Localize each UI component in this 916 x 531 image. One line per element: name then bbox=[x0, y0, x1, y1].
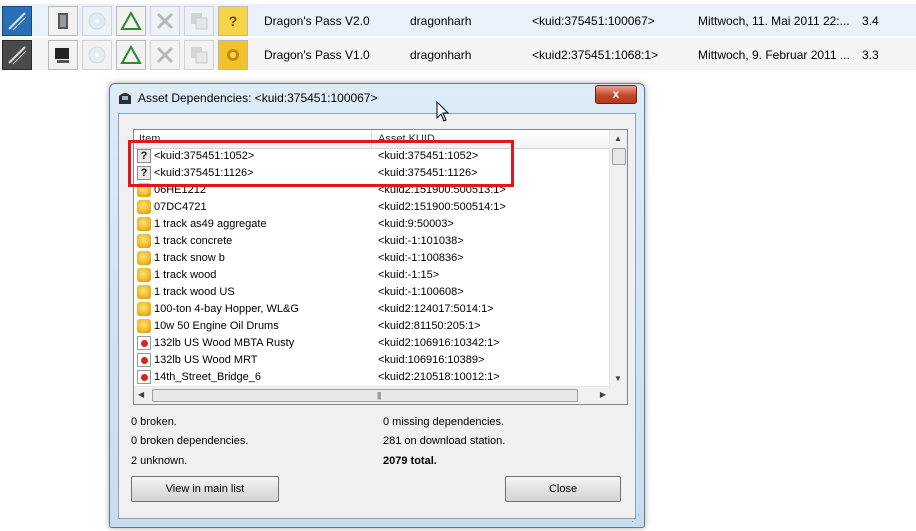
close-icon[interactable]: x bbox=[595, 85, 637, 104]
asset-author: dragonharh bbox=[410, 48, 472, 62]
item-name: 1 track as49 aggregate bbox=[154, 218, 267, 230]
item-kuid: <kuid2:151900:500514:1> bbox=[378, 201, 506, 213]
mouse-cursor-icon bbox=[436, 101, 450, 122]
train-icon bbox=[117, 90, 133, 106]
puzzle-icon bbox=[218, 40, 248, 70]
item-kuid: <kuid:106916:10389> bbox=[378, 354, 485, 366]
asset-icon bbox=[137, 200, 151, 214]
broken-count: 0 broken. bbox=[131, 416, 177, 428]
list-item[interactable]: 132lb US Wood MRT <kuid:106916:10389> bbox=[134, 352, 610, 369]
asset-row[interactable]: Dragon's Pass V1.0 dragonharh <kuid2:375… bbox=[0, 38, 916, 70]
texture-icon bbox=[137, 370, 151, 384]
item-name: 132lb US Wood MRT bbox=[154, 354, 258, 366]
vertical-scrollbar[interactable]: ▲ ▼ bbox=[609, 130, 627, 388]
item-name: 1 track wood bbox=[154, 269, 217, 281]
asset-icon bbox=[137, 251, 151, 265]
item-kuid: <kuid2:81150:205:1> bbox=[378, 320, 481, 332]
monitor-icon bbox=[48, 40, 78, 70]
tools-icon bbox=[150, 40, 180, 70]
list-item[interactable]: 10w 50 Engine Oil Drums <kuid2:81150:205:… bbox=[134, 318, 610, 335]
track-icon bbox=[2, 6, 32, 36]
asset-author: dragonharh bbox=[410, 14, 472, 28]
asset-icon bbox=[137, 285, 151, 299]
list-item[interactable]: 1 track snow b <kuid:-1:100836> bbox=[134, 250, 610, 267]
list-item[interactable]: 1 track wood <kuid:-1:15> bbox=[134, 267, 610, 284]
asset-kuid: <kuid2:375451:1068:1> bbox=[532, 48, 659, 62]
asset-icon bbox=[137, 319, 151, 333]
asset-date: Mittwoch, 9. Februar 2011 ... bbox=[698, 48, 850, 62]
item-name: 1 track snow b bbox=[154, 252, 225, 264]
grip-icon: ||| bbox=[377, 391, 381, 400]
item-name: 1 track wood US bbox=[154, 286, 235, 298]
asset-icon bbox=[137, 217, 151, 231]
scrollbar-corner bbox=[610, 387, 627, 404]
item-name: 132lb US Wood MBTA Rusty bbox=[154, 337, 295, 349]
copy-icon bbox=[184, 40, 214, 70]
asset-date: Mittwoch, 11. Mai 2011 22:... bbox=[698, 14, 850, 28]
item-name: 10w 50 Engine Oil Drums bbox=[154, 320, 279, 332]
question-puzzle-icon: ? bbox=[218, 6, 248, 36]
dialog-title: Asset Dependencies: <kuid:375451:100067> bbox=[138, 91, 378, 105]
item-name: 07DC4721 bbox=[154, 201, 207, 213]
item-kuid: <kuid:-1:101038> bbox=[378, 235, 464, 247]
list-item[interactable]: 100-ton 4-bay Hopper, WL&G <kuid2:124017:… bbox=[134, 301, 610, 318]
asset-name: Dragon's Pass V1.0 bbox=[264, 48, 370, 62]
item-name: 1 track concrete bbox=[154, 235, 233, 247]
triangle-icon bbox=[116, 6, 146, 36]
broken-dependencies-count: 0 broken dependencies. bbox=[131, 435, 249, 447]
scroll-thumb[interactable] bbox=[612, 148, 626, 165]
copy-icon bbox=[184, 6, 214, 36]
disc-icon bbox=[82, 40, 112, 70]
download-station-count: 281 on download station. bbox=[383, 435, 506, 447]
scroll-down-icon[interactable]: ▼ bbox=[614, 374, 622, 384]
list-item[interactable]: 132lb US Wood MBTA Rusty <kuid2:106916:10… bbox=[134, 335, 610, 352]
asset-name: Dragon's Pass V2.0 bbox=[264, 14, 370, 28]
asset-icon bbox=[137, 302, 151, 316]
triangle-icon bbox=[116, 40, 146, 70]
document-icon bbox=[48, 6, 78, 36]
asset-version: 3.3 bbox=[862, 48, 879, 62]
scroll-right-icon[interactable]: ▶ bbox=[600, 390, 606, 400]
dialog-titlebar[interactable]: Asset Dependencies: <kuid:375451:100067>… bbox=[110, 84, 644, 112]
list-item[interactable]: 14th_Street_Bridge_6 <kuid2:210518:10012:… bbox=[134, 369, 610, 386]
scroll-up-icon[interactable]: ▲ bbox=[614, 134, 622, 144]
asset-version: 3.4 bbox=[862, 14, 879, 28]
list-item[interactable]: 07DC4721 <kuid2:151900:500514:1> bbox=[134, 199, 610, 216]
item-kuid: <kuid:-1:100608> bbox=[378, 286, 464, 298]
close-button[interactable]: Close bbox=[505, 476, 621, 502]
list-item[interactable]: 1 track wood US <kuid:-1:100608> bbox=[134, 284, 610, 301]
texture-icon bbox=[137, 336, 151, 350]
item-kuid: <kuid:-1:15> bbox=[378, 269, 440, 281]
resize-grip-icon[interactable]: ⋰ bbox=[631, 513, 640, 524]
list-item[interactable]: 1 track concrete <kuid:-1:101038> bbox=[134, 233, 610, 250]
scroll-left-icon[interactable]: ◀ bbox=[138, 390, 144, 400]
total-count: 2079 total. bbox=[383, 455, 437, 467]
view-in-main-list-button[interactable]: View in main list bbox=[131, 476, 279, 502]
item-kuid: <kuid:-1:100836> bbox=[378, 252, 464, 264]
item-kuid: <kuid:9:50003> bbox=[378, 218, 454, 230]
tools-icon bbox=[150, 6, 180, 36]
missing-dependencies-count: 0 missing dependencies. bbox=[383, 416, 505, 428]
scroll-thumb[interactable]: ||| bbox=[152, 389, 578, 402]
disc-icon bbox=[82, 6, 112, 36]
highlight-box bbox=[128, 140, 514, 187]
list-item[interactable]: 1 track as49 aggregate <kuid:9:50003> bbox=[134, 216, 610, 233]
asset-icon bbox=[137, 268, 151, 282]
asset-icon bbox=[137, 234, 151, 248]
track-icon bbox=[2, 40, 32, 70]
item-name: 100-ton 4-bay Hopper, WL&G bbox=[154, 303, 299, 315]
asset-kuid: <kuid:375451:100067> bbox=[532, 14, 655, 28]
horizontal-scrollbar[interactable]: ◀ ||| ▶ bbox=[134, 386, 610, 404]
item-name: 14th_Street_Bridge_6 bbox=[154, 371, 262, 383]
asset-row[interactable]: ? Dragon's Pass V2.0 dragonharh <kuid:37… bbox=[0, 4, 916, 36]
texture-icon bbox=[137, 353, 151, 367]
item-kuid: <kuid2:106916:10342:1> bbox=[378, 337, 500, 349]
item-kuid: <kuid2:210518:10012:1> bbox=[378, 371, 500, 383]
item-kuid: <kuid2:124017:5014:1> bbox=[378, 303, 494, 315]
unknown-count: 2 unknown. bbox=[131, 455, 188, 467]
